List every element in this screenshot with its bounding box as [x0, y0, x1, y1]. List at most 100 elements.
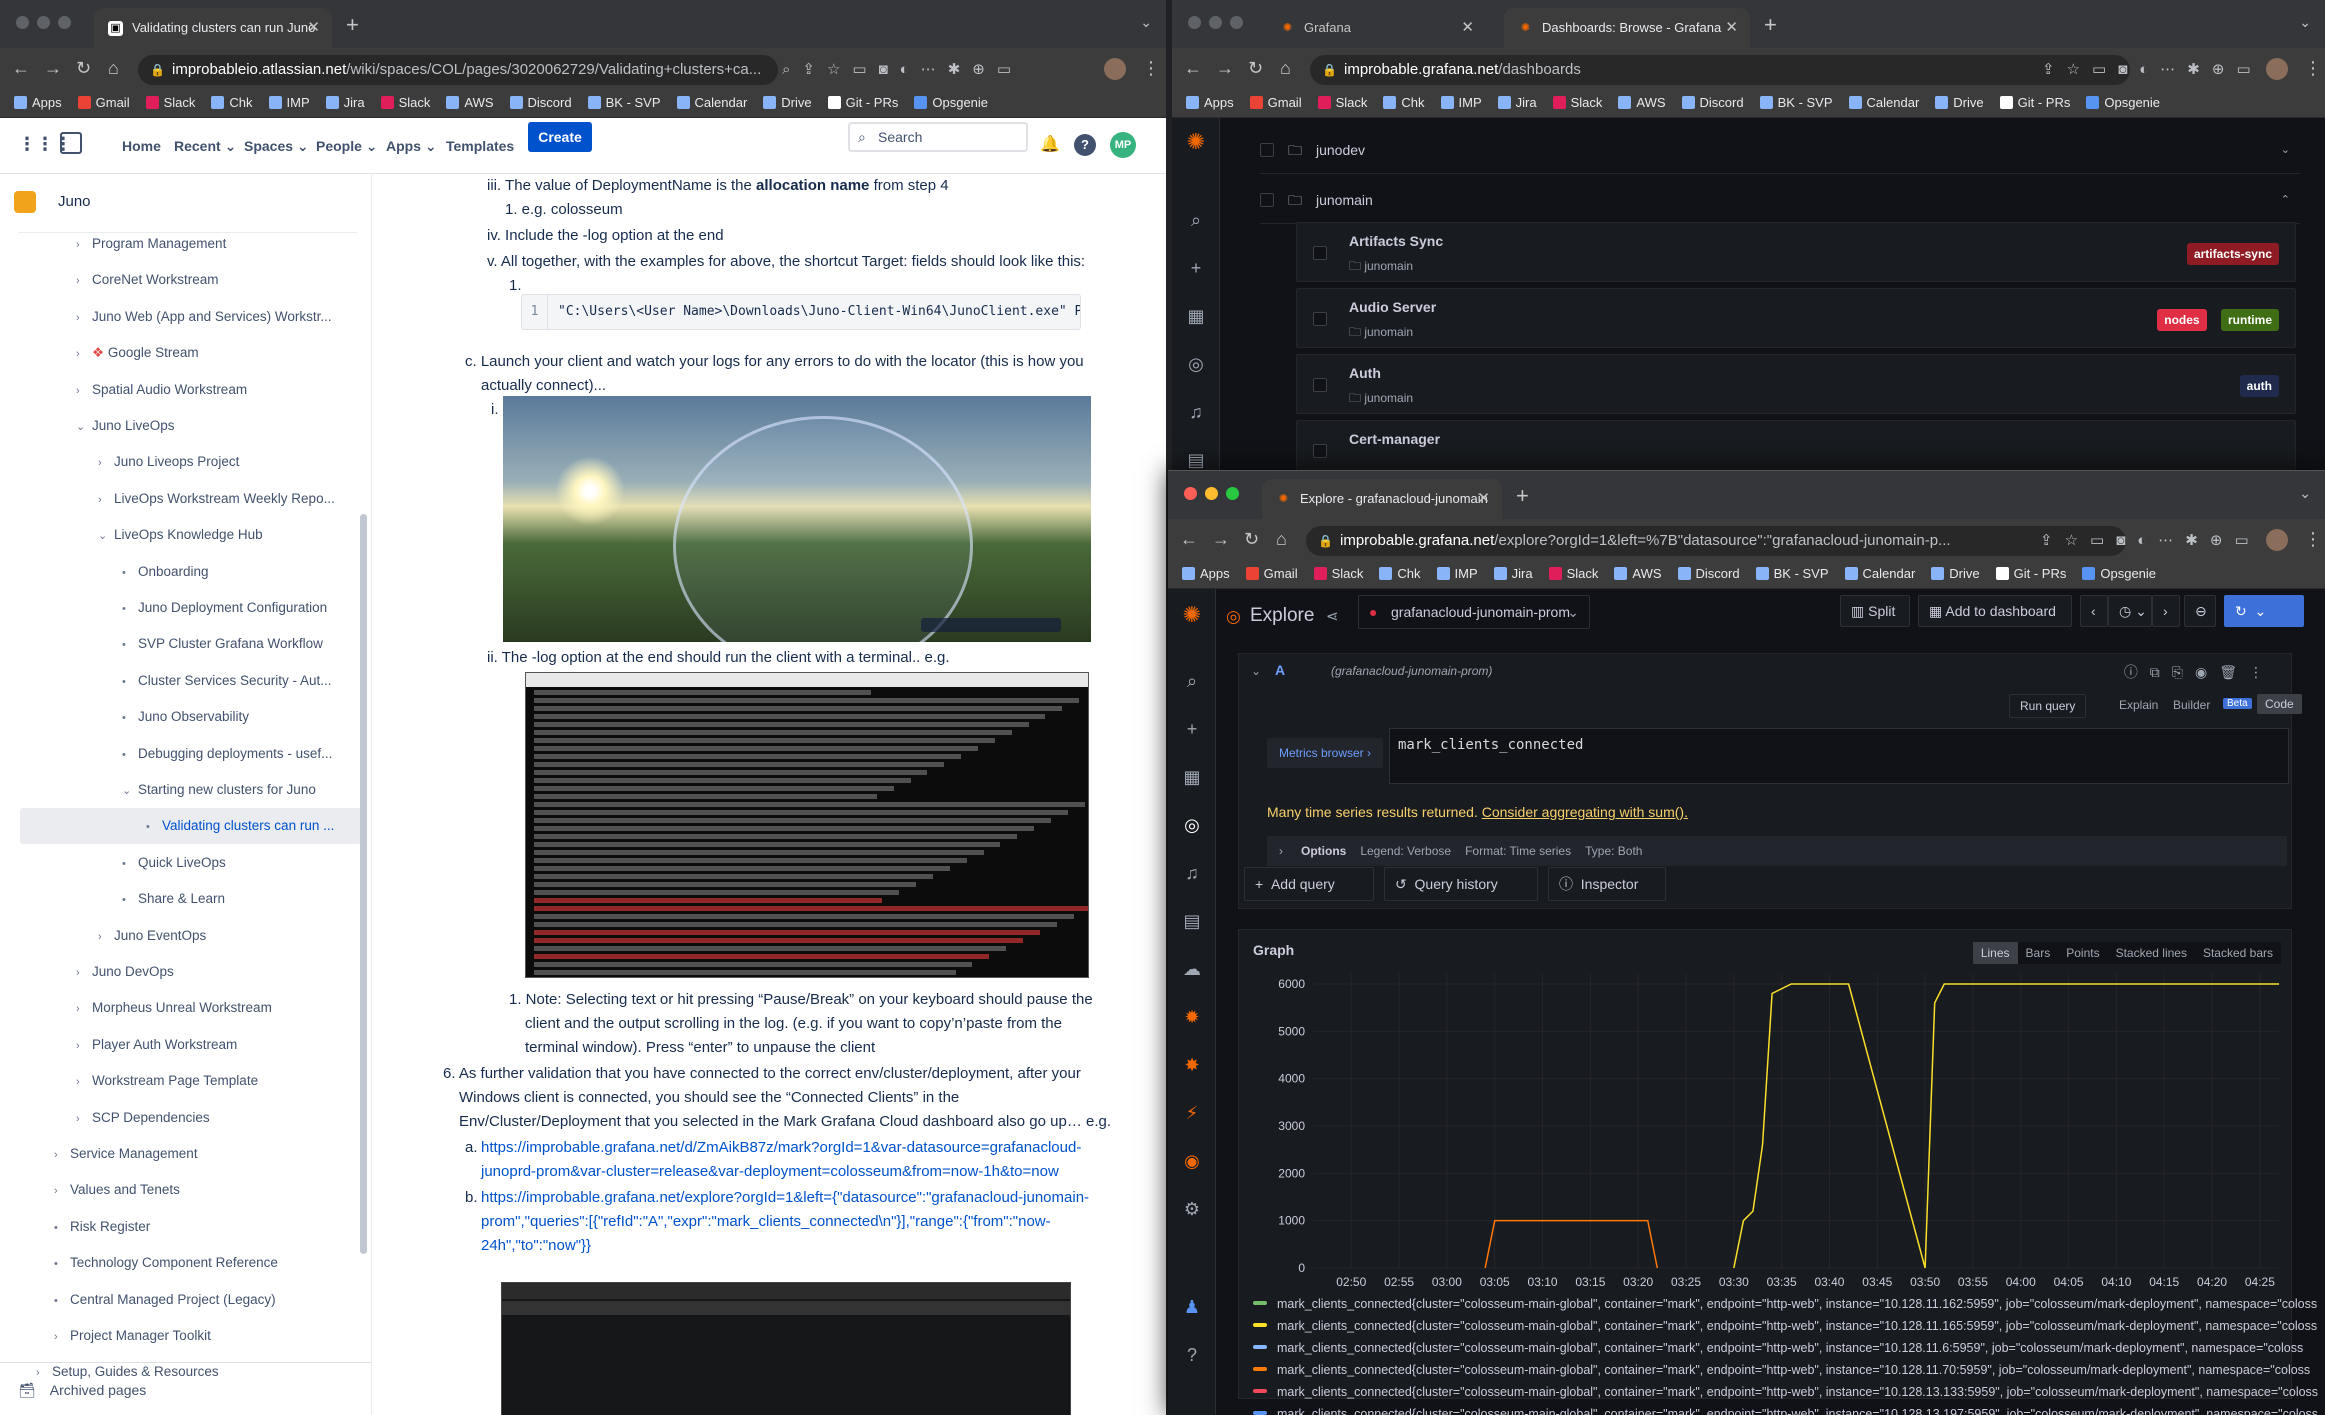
- split-button[interactable]: ▥ Split: [1840, 595, 1910, 627]
- bookmark-item[interactable]: Slack: [1548, 561, 1598, 587]
- bullet-icon[interactable]: •: [122, 591, 138, 626]
- bookmark-item[interactable]: BK - SVP: [587, 90, 661, 116]
- sidebar-tree-item[interactable]: • SVP Cluster Grafana Workflow: [0, 626, 361, 662]
- time-series-chart[interactable]: 0 1000 2000 3000 4000 5000 6000 02:50 02:55 03:00…: [1239, 930, 2293, 1290]
- back-icon[interactable]: ←: [1184, 58, 1202, 79]
- zoom-out-button[interactable]: ⊖: [2184, 595, 2216, 627]
- address-bar[interactable]: 🔒 improbable.grafana.net/explore?orgId=1…: [1306, 526, 2126, 556]
- sidebar-tree-item[interactable]: • Cluster Services Security - Aut...: [0, 663, 361, 699]
- bookmark-item[interactable]: Opsgenie: [2086, 90, 2160, 116]
- terminal-log-image[interactable]: [525, 672, 1089, 978]
- profile-avatar[interactable]: [2266, 529, 2288, 551]
- tab-search-icon[interactable]: ⌄: [2299, 485, 2311, 502]
- sidebar-tree-item[interactable]: • Technology Component Reference: [0, 1245, 361, 1281]
- bullet-icon[interactable]: •: [122, 664, 138, 699]
- sidebar-tree-item[interactable]: • Central Managed Project (Legacy): [0, 1282, 361, 1318]
- search-icon[interactable]: ⌕: [1184, 208, 1208, 232]
- query-options[interactable]: › Options Legend: Verbose Format: Time ser…: [1267, 836, 2287, 866]
- bookmark-item[interactable]: Opsgenie: [2082, 561, 2156, 587]
- oncall-icon[interactable]: ⚡: [1180, 1101, 1204, 1125]
- aggregate-link[interactable]: Consider aggregating with sum().: [1482, 804, 1688, 820]
- chevron-right-icon[interactable]: ›: [76, 227, 92, 262]
- game-screenshot-image[interactable]: [503, 396, 1091, 642]
- bullet-icon[interactable]: •: [122, 555, 138, 590]
- close-tab-icon[interactable]: ✕: [1477, 479, 1490, 519]
- bullet-icon[interactable]: •: [54, 1246, 70, 1281]
- forward-icon[interactable]: →: [44, 58, 62, 79]
- legend-item[interactable]: mark_clients_connected{cluster="colosseu…: [1253, 1382, 2318, 1402]
- bookmark-item[interactable]: Slack: [145, 90, 195, 116]
- tab-grafana[interactable]: ✺ Grafana ✕: [1266, 8, 1486, 48]
- bullet-icon[interactable]: •: [54, 1283, 70, 1318]
- bookmark-item[interactable]: BK - SVP: [1759, 90, 1833, 116]
- dashboard-tag[interactable]: artifacts-sync: [2186, 243, 2279, 265]
- chevron-down-icon[interactable]: ⌄: [76, 409, 92, 444]
- bookmark-item[interactable]: Opsgenie: [914, 90, 988, 116]
- help-icon[interactable]: ?: [1074, 134, 1096, 156]
- address-bar[interactable]: 🔒 improbableio.atlassian.net/wiki/spaces…: [138, 55, 778, 85]
- run-query-button[interactable]: Run query: [2009, 694, 2087, 718]
- bullet-icon[interactable]: •: [122, 700, 138, 735]
- dashboard-tag[interactable]: runtime: [2220, 309, 2279, 331]
- query-history-button[interactable]: ↺ Query history: [1384, 867, 1538, 901]
- bookmark-item[interactable]: Drive: [1935, 90, 1984, 116]
- sidebar-tree-item[interactable]: • Juno Deployment Configuration: [0, 590, 361, 626]
- legend-item[interactable]: mark_clients_connected{cluster="colosseu…: [1253, 1338, 2303, 1358]
- chevron-right-icon[interactable]: ›: [76, 1028, 92, 1063]
- explore-link[interactable]: 24h","to":"now"}}: [481, 1234, 591, 1258]
- query-ref-id[interactable]: A: [1275, 662, 1285, 678]
- window-controls[interactable]: [1188, 16, 1251, 32]
- add-query-button[interactable]: + Add query: [1244, 867, 1374, 901]
- chevron-down-icon[interactable]: ⌄: [122, 773, 138, 808]
- nav-spaces[interactable]: Spaces ⌄: [244, 138, 309, 155]
- bookmark-item[interactable]: AWS: [446, 90, 494, 116]
- code-mode[interactable]: Code: [2257, 694, 2302, 714]
- tab-confluence[interactable]: ▣ Validating clusters can run Juno ✕: [94, 8, 332, 48]
- bookmark-item[interactable]: Gmail: [1249, 90, 1302, 116]
- metrics-browser-button[interactable]: Metrics browser ›: [1267, 738, 1384, 768]
- create-icon[interactable]: +: [1180, 717, 1204, 741]
- datasource-picker[interactable]: ● grafanacloud-junomain-prom ⌄: [1358, 595, 1590, 629]
- home-icon[interactable]: ⌂: [108, 58, 119, 79]
- chevron-right-icon[interactable]: ›: [98, 445, 114, 480]
- document-icon[interactable]: ▤: [1180, 909, 1204, 933]
- chevron-right-icon[interactable]: ›: [76, 1064, 92, 1099]
- explore-link[interactable]: https://improbable.grafana.net/explore?o…: [481, 1186, 1089, 1210]
- bookmark-item[interactable]: Discord: [509, 90, 572, 116]
- bookmark-item[interactable]: Gmail: [77, 90, 130, 116]
- chevron-down-icon[interactable]: ⌄: [2281, 126, 2290, 174]
- bookmark-item[interactable]: Apps: [1186, 90, 1234, 116]
- back-icon[interactable]: ←: [12, 58, 30, 79]
- sidebar-tree-item[interactable]: › Juno Liveops Project: [0, 444, 361, 480]
- bookmark-item[interactable]: Jira: [1497, 90, 1537, 116]
- bookmark-item[interactable]: Calendar: [1848, 90, 1919, 116]
- folder-row[interactable]: 🗀 junomain ⌃: [1260, 176, 2300, 224]
- checkbox[interactable]: [1313, 312, 1327, 326]
- nav-apps[interactable]: Apps ⌄: [386, 138, 437, 155]
- run-refresh-button[interactable]: ↻ ⌄: [2224, 595, 2304, 627]
- extension-icons[interactable]: ⌕⇪☆▭◙◐⋯✱⊕▭: [782, 60, 1023, 78]
- bookmark-item[interactable]: Discord: [1681, 90, 1744, 116]
- dashboard-tag[interactable]: auth: [2239, 375, 2279, 397]
- legend-item[interactable]: mark_clients_connected{cluster="colosseu…: [1253, 1294, 2317, 1314]
- bookmark-item[interactable]: Chk: [1383, 90, 1425, 116]
- bullet-icon[interactable]: •: [122, 737, 138, 772]
- window-controls[interactable]: [1184, 487, 1247, 503]
- confluence-logo-icon[interactable]: [60, 132, 82, 154]
- dashboards-icon[interactable]: ▦: [1180, 765, 1204, 789]
- sidebar-tree-item[interactable]: ⌄ LiveOps Knowledge Hub: [0, 517, 361, 553]
- sidebar-tree-item[interactable]: › CoreNet Workstream: [0, 262, 361, 298]
- cloud-icon[interactable]: ☁: [1180, 957, 1204, 981]
- reload-icon[interactable]: ↻: [76, 58, 91, 79]
- dashboards-icon[interactable]: ▦: [1184, 304, 1208, 328]
- time-back-button[interactable]: ‹: [2080, 595, 2108, 627]
- query-actions-icons[interactable]: ⓘ⧉⎘◉🗑⋮: [2124, 662, 2275, 682]
- forward-icon[interactable]: →: [1216, 58, 1234, 79]
- back-icon[interactable]: ←: [1180, 529, 1198, 550]
- chevron-right-icon[interactable]: ›: [76, 263, 92, 298]
- tab-search-icon[interactable]: ⌄: [1140, 14, 1152, 31]
- grafana-logo-icon[interactable]: ✺: [1180, 603, 1204, 627]
- add-to-dashboard-button[interactable]: ▦ Add to dashboard: [1918, 595, 2072, 627]
- ml-icon[interactable]: ✹: [1180, 1005, 1204, 1029]
- chevron-right-icon[interactable]: ›: [54, 1137, 70, 1172]
